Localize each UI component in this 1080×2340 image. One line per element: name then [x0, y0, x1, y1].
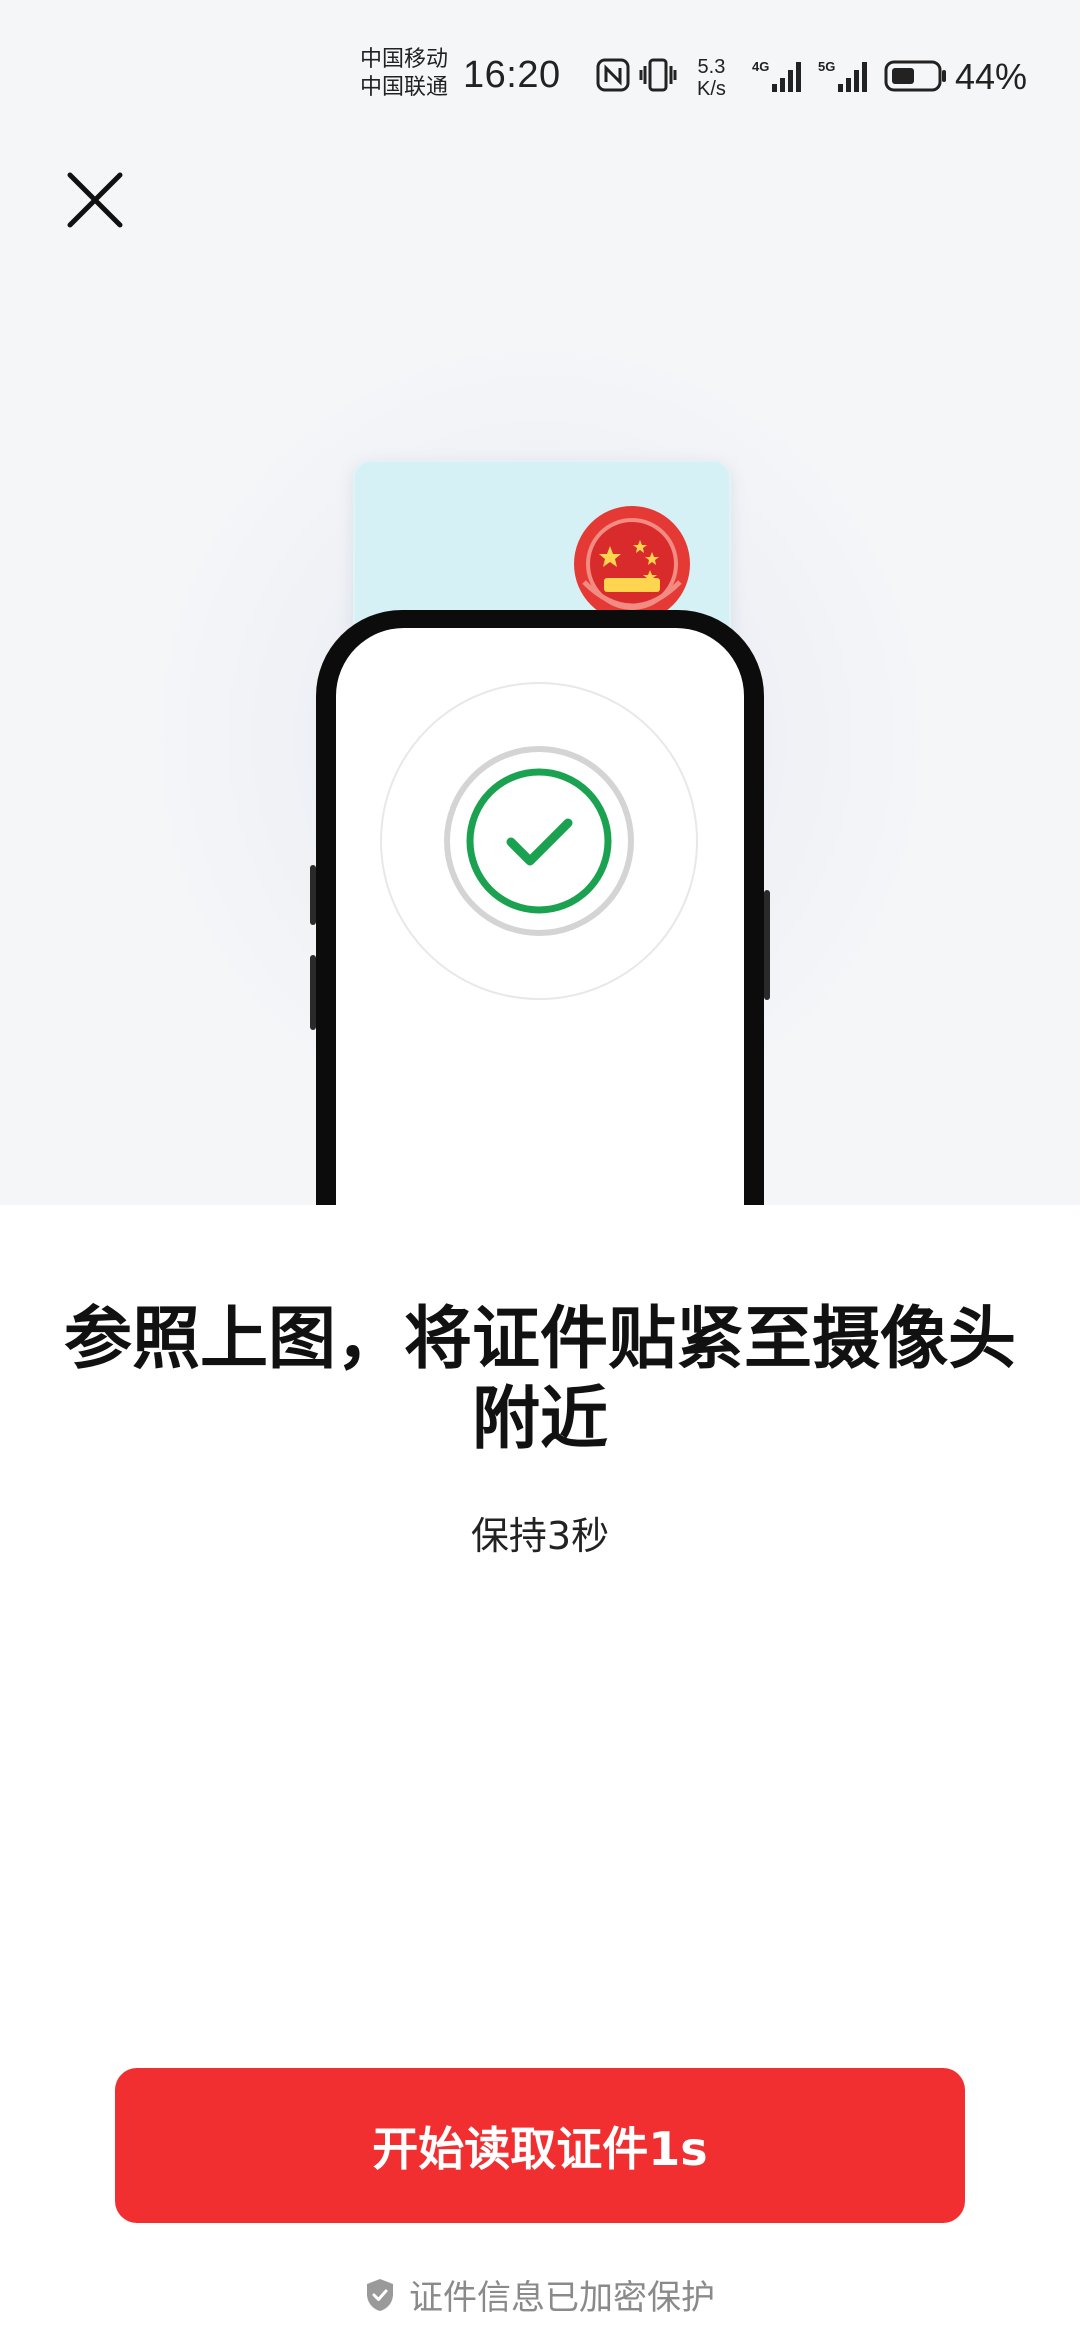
speed-value: 5.3 [697, 56, 726, 78]
network-2-label: 5G [818, 59, 835, 74]
start-reading-label: 开始读取证件1s [372, 2121, 708, 2176]
national-emblem-icon [574, 506, 690, 622]
status-time: 16:20 [463, 54, 561, 96]
phone-side-button [764, 890, 770, 1000]
close-icon[interactable] [60, 165, 130, 235]
phone-side-button [310, 865, 316, 925]
network-1-label: 4G [752, 59, 769, 74]
phone-side-button [310, 955, 316, 1030]
shield-check-icon [367, 2278, 393, 2311]
security-note: 证件信息已加密保护 [0, 2270, 1080, 2319]
security-text: 证件信息已加密保护 [409, 2278, 715, 2318]
carrier-labels: 中国移动 中国联通 [360, 46, 448, 102]
instruction-title: 参照上图，将证件贴紧至摄像头附近 [63, 1300, 1016, 1459]
nfc-icon [596, 58, 630, 92]
battery-icon [884, 60, 946, 92]
carrier-2: 中国联通 [360, 75, 449, 100]
battery-percent: 44% [955, 56, 1028, 97]
vibrate-icon [639, 58, 677, 92]
speed-unit: K/s [697, 78, 726, 100]
status-bar: 中国移动 中国联通 16:20 5.3 K/s 4G 5G 44% [0, 0, 1080, 150]
start-reading-button[interactable]: 开始读取证件1s [115, 2068, 965, 2223]
signal-5g-icon: 5G [818, 59, 867, 92]
check-circle-icon [466, 768, 612, 914]
instruction-subtitle: 保持3秒 [470, 1514, 610, 1558]
carrier-1: 中国移动 [360, 47, 449, 72]
illustration-area: 中国移动 中国联通 16:20 5.3 K/s 4G 5G 44% [0, 0, 1080, 1205]
network-speed: 5.3 K/s [697, 56, 726, 100]
signal-4g-icon: 4G [752, 59, 801, 92]
